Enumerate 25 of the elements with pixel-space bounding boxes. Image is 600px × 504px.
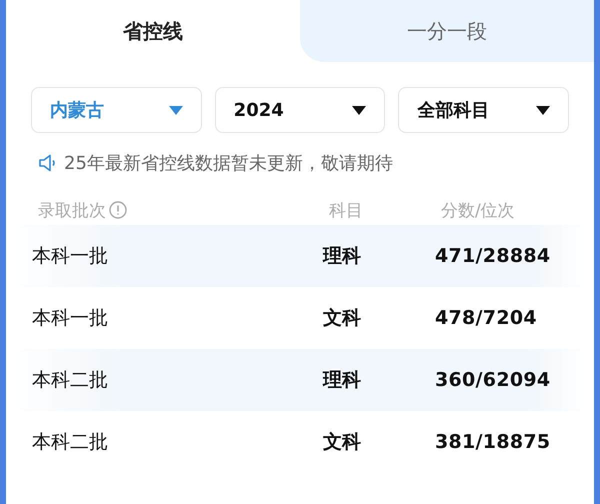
table-cell-text: 381/18875 bbox=[435, 431, 552, 453]
table-cell-text: 本科一批 bbox=[32, 306, 109, 331]
caret-icon bbox=[536, 106, 550, 114]
caret-icon bbox=[168, 106, 183, 114]
table-cell-text: 理科 bbox=[323, 244, 362, 269]
table-cell-text: 471/28884 bbox=[435, 245, 552, 267]
info-icon[interactable] bbox=[109, 201, 127, 219]
table-cell-text: 478/7204 bbox=[435, 307, 538, 329]
table-cell-text: 本科一批 bbox=[32, 244, 109, 269]
table-cell-text: 文科 bbox=[323, 306, 362, 331]
column-header: 分数/位次 bbox=[441, 200, 516, 222]
notice-text: 25年最新省控线数据暂未更新，敬请期待 bbox=[64, 152, 393, 175]
column-header: 科目 bbox=[329, 200, 364, 222]
table-cell-text: 本科二批 bbox=[32, 368, 109, 393]
caret-icon bbox=[352, 106, 366, 114]
table-cell-text: 360/62094 bbox=[435, 369, 552, 391]
dropdown[interactable]: 2024 bbox=[214, 87, 386, 133]
column-header: 录取批次 bbox=[38, 200, 106, 222]
table-cell-text: 本科二批 bbox=[32, 430, 109, 455]
dropdown[interactable]: 内蒙古 bbox=[31, 87, 202, 133]
speaker-icon bbox=[38, 154, 58, 172]
table-cell-text: 理科 bbox=[323, 368, 362, 393]
tab[interactable]: 一分一段 bbox=[300, 0, 594, 62]
table-cell-text: 文科 bbox=[323, 430, 362, 455]
dropdown[interactable]: 全部科目 bbox=[398, 87, 570, 133]
